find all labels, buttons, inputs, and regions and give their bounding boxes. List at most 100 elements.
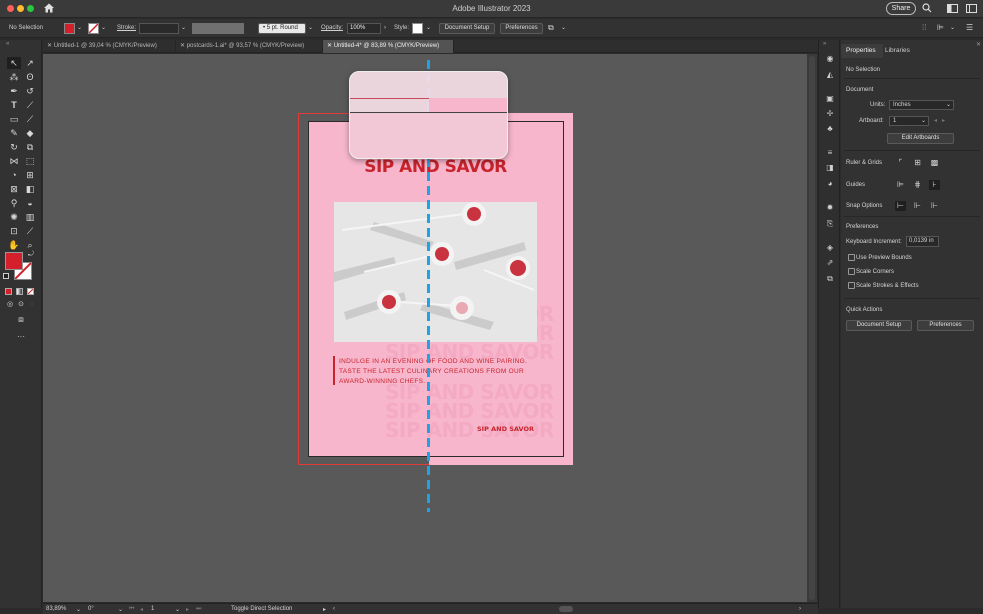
- tab-untitled-4[interactable]: ✕ Untitled-4* @ 83,89 % (CMYK/Preview): [323, 40, 454, 53]
- graphic-style-swatch[interactable]: [412, 23, 423, 34]
- line-tool-icon[interactable]: ⟋: [23, 99, 37, 111]
- transform-icon[interactable]: ⊫: [937, 23, 944, 32]
- swap-colors-icon[interactable]: ⤾: [28, 251, 34, 259]
- column-graph-tool-icon[interactable]: ▥: [23, 211, 37, 223]
- preferences-button[interactable]: Preferences: [500, 23, 543, 34]
- previous-artboard-icon[interactable]: ◂: [934, 117, 937, 124]
- artboard-tool-icon[interactable]: ⊡: [7, 225, 21, 237]
- collapse-toolbar-icon[interactable]: «: [6, 41, 9, 47]
- chevron-down-icon[interactable]: ⌄: [76, 606, 81, 613]
- chevron-down-icon[interactable]: ⌄: [308, 24, 313, 31]
- horizontal-scroll-thumb[interactable]: [559, 606, 573, 612]
- use-preview-bounds-checkbox[interactable]: [848, 254, 855, 261]
- show-guides-icon[interactable]: ⊫: [895, 180, 906, 190]
- next-artboard-icon[interactable]: ▸: [942, 117, 945, 124]
- close-icon[interactable]: ✕: [47, 43, 52, 49]
- scale-strokes-checkbox[interactable]: [848, 282, 855, 289]
- footer-logo[interactable]: SIP AND SAVOR: [477, 425, 534, 433]
- artboard-number[interactable]: 1: [151, 606, 154, 612]
- type-tool-icon[interactable]: T: [7, 99, 21, 111]
- align-icon[interactable]: ⁞⁞: [922, 23, 926, 32]
- edit-artboards-button[interactable]: Edit Artboards: [887, 133, 954, 144]
- tab-libraries[interactable]: Libraries: [885, 47, 910, 54]
- headline[interactable]: SIP AND SAVOR: [343, 157, 528, 177]
- quick-document-setup-button[interactable]: Document Setup: [846, 320, 912, 331]
- free-transform-tool-icon[interactable]: ⬚: [23, 155, 37, 167]
- scale-tool-icon[interactable]: ⧉: [23, 141, 37, 153]
- previous-artboard-icon[interactable]: ◂: [140, 606, 143, 613]
- tab-properties[interactable]: Properties: [846, 47, 876, 54]
- shape-builder-tool-icon[interactable]: ◔: [7, 169, 21, 181]
- asset-export-icon[interactable]: ⎘: [824, 219, 836, 229]
- screen-mode-icon[interactable]: ⧈: [14, 313, 28, 325]
- grid-icon[interactable]: ⊞: [912, 158, 923, 168]
- chevron-down-icon[interactable]: ⌄: [118, 606, 123, 613]
- stroke-weight-field[interactable]: [139, 23, 179, 34]
- gradient-mode-icon[interactable]: [16, 288, 23, 295]
- shaper-tool-icon[interactable]: ✎: [7, 127, 21, 139]
- brush-definition[interactable]: • 5 pt. Round: [258, 23, 306, 34]
- eyedropper-tool-icon[interactable]: ⚲: [7, 197, 21, 209]
- magic-wand-tool-icon[interactable]: ⁂: [7, 71, 21, 83]
- body-copy[interactable]: INDULGE IN AN EVENING OF FOOD AND WINE P…: [339, 357, 539, 387]
- variable-width-profile[interactable]: [192, 23, 244, 34]
- artboards-icon[interactable]: ⧉: [824, 274, 836, 284]
- snap-to-glyph-icon[interactable]: ⊩: [929, 201, 940, 211]
- color-panel-icon[interactable]: ✹: [824, 203, 836, 213]
- artboard-select[interactable]: 1 ⌄: [889, 116, 929, 126]
- slice-tool-icon[interactable]: ⟋: [23, 225, 37, 237]
- opacity-field[interactable]: 100%: [347, 23, 381, 34]
- share-button[interactable]: Share: [886, 2, 916, 15]
- chevron-down-icon[interactable]: ⌄: [175, 606, 180, 613]
- direct-selection-tool-icon[interactable]: ↗: [23, 57, 37, 69]
- stroke-swatch[interactable]: [88, 23, 99, 34]
- quick-preferences-button[interactable]: Preferences: [917, 320, 974, 331]
- chevron-down-icon[interactable]: ⌄: [426, 24, 431, 31]
- blend-tool-icon[interactable]: ◒: [23, 197, 37, 209]
- chevron-left-icon[interactable]: ‹: [333, 606, 335, 612]
- default-colors-icon[interactable]: [3, 273, 9, 279]
- brushes-icon[interactable]: ✢: [824, 109, 836, 119]
- snap-to-point-icon[interactable]: ⊢: [895, 201, 906, 211]
- panel-toggle-icon[interactable]: [966, 4, 977, 13]
- chevron-down-icon[interactable]: ⌄: [77, 24, 82, 31]
- scale-corners-checkbox[interactable]: [848, 268, 855, 275]
- chevron-right-icon[interactable]: ›: [384, 25, 386, 31]
- width-tool-icon[interactable]: ⋈: [7, 155, 21, 167]
- chevron-down-icon[interactable]: ⌄: [561, 24, 566, 31]
- curvature-tool-icon[interactable]: ↺: [23, 85, 37, 97]
- keyboard-increment-field[interactable]: 0,0139 in: [906, 236, 939, 247]
- canvas[interactable]: SIP AND SAVOR SIP AND SAVOR SIP AND SAVO…: [43, 54, 807, 602]
- collapse-panels-icon[interactable]: »: [823, 41, 826, 47]
- document-setup-button[interactable]: Document Setup: [439, 23, 495, 34]
- menu-icon[interactable]: ☰: [966, 23, 973, 32]
- fill-color-front[interactable]: [5, 252, 23, 270]
- hand-tool-icon[interactable]: ✋: [7, 239, 21, 251]
- draw-inside-icon[interactable]: ◌: [25, 299, 39, 311]
- image-trace-icon[interactable]: ▣: [824, 94, 836, 104]
- opacity-label[interactable]: Opacity:: [321, 25, 343, 31]
- symbol-sprayer-tool-icon[interactable]: ✺: [7, 211, 21, 223]
- arrange-documents-icon[interactable]: ⧉: [548, 23, 554, 33]
- snap-to-pixel-icon[interactable]: ⊩: [912, 201, 923, 211]
- libraries-icon[interactable]: ◭: [824, 70, 836, 80]
- search-icon[interactable]: [922, 3, 932, 13]
- smart-guides-icon[interactable]: ⊦: [929, 180, 940, 190]
- next-artboard-icon[interactable]: ▸: [186, 606, 189, 613]
- zoom-level[interactable]: 83,89%: [46, 606, 66, 612]
- close-icon[interactable]: ✕: [327, 43, 332, 49]
- stroke-label[interactable]: Stroke:: [117, 25, 136, 31]
- rotate-tool-icon[interactable]: ↻: [7, 141, 21, 153]
- units-select[interactable]: Inches ⌄: [889, 100, 954, 110]
- eraser-tool-icon[interactable]: ◆: [23, 127, 37, 139]
- panel-close-icon[interactable]: ✕: [976, 41, 981, 48]
- close-icon[interactable]: ✕: [180, 43, 185, 49]
- selection-tool-icon[interactable]: ↖: [7, 57, 21, 69]
- ruler-icon[interactable]: ⌜: [895, 158, 906, 168]
- color-mode-icon[interactable]: [5, 288, 12, 295]
- pen-tool-icon[interactable]: ✒: [7, 85, 21, 97]
- gradient-panel-icon[interactable]: ◨: [824, 163, 836, 173]
- mesh-tool-icon[interactable]: ⊠: [7, 183, 21, 195]
- lock-guides-icon[interactable]: ⋕: [912, 180, 923, 190]
- none-mode-icon[interactable]: [27, 288, 34, 295]
